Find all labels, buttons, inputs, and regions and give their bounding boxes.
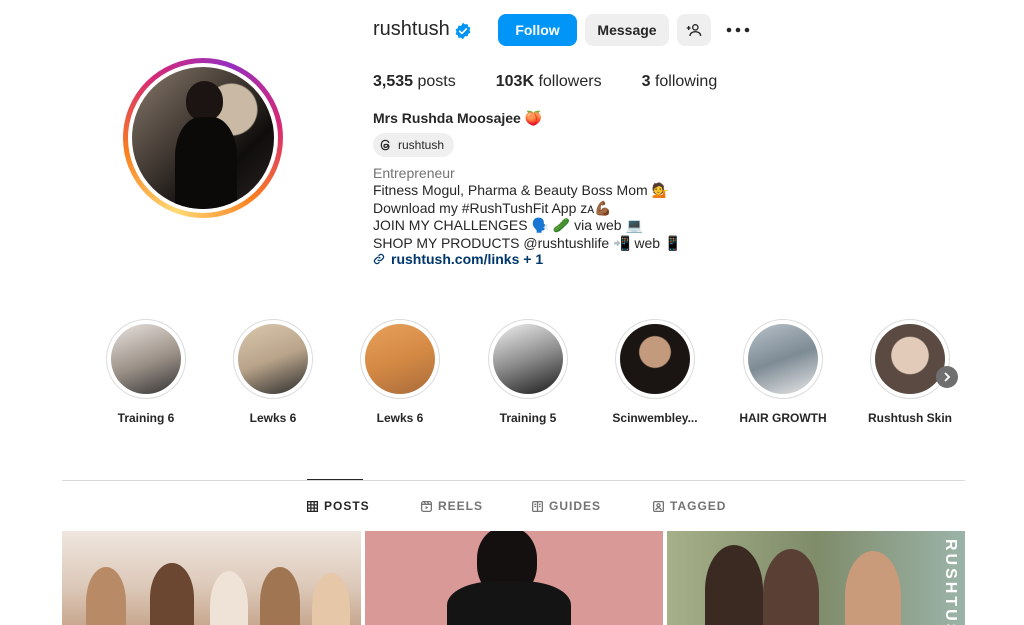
post-thumbnail[interactable] [62,531,361,625]
profile-stats: 3,535 posts 103K followers 3 following [373,73,757,91]
posts-stat: 3,535 posts [373,73,456,91]
link-icon [373,253,385,265]
highlight-item[interactable]: Training 6 [106,319,186,425]
profile-avatar[interactable] [123,58,283,218]
following-count: 3 [641,73,651,90]
highlight-cover [365,324,435,394]
reels-icon [421,500,432,512]
post-figure [86,567,126,625]
bio-line: SHOP MY PRODUCTS @rushtushlife 📲 web 📱 [373,234,682,251]
highlight-label: HAIR GROWTH [739,411,827,425]
highlight-item[interactable]: Lewks 6 [360,319,440,425]
highlight-ring [615,319,695,399]
highlight-item[interactable]: Scinwembley... [612,319,698,425]
highlight-label: Lewks 6 [376,411,424,425]
highlight-ring [106,319,186,399]
highlight-label: Lewks 6 [249,411,297,425]
active-tab-indicator [307,479,363,480]
highlight-ring [870,319,950,399]
tab-tagged-label: TAGGED [670,499,727,513]
more-horizontal-icon [726,27,750,33]
following-label: following [654,73,718,90]
post-figure [447,581,571,625]
followers-count: 103K [495,73,534,90]
highlight-item[interactable]: Lewks 6 [233,319,313,425]
add-person-icon [686,24,702,37]
verified-badge-icon [455,22,471,40]
profile-full-name: Mrs Rushda Moosajee 🍑 [373,110,543,126]
profile-category: Entrepreneur [373,165,455,181]
highlight-ring [360,319,440,399]
grid-icon [307,500,318,512]
followers-stat[interactable]: 103K followers [496,73,602,91]
highlight-cover [620,324,690,394]
profile-bio: Fitness Mogul, Pharma & Beauty Boss Mom … [373,182,681,252]
tabs-divider [62,480,965,481]
follow-button[interactable]: Follow [498,14,577,46]
suggested-users-button[interactable] [677,14,711,46]
threads-badge[interactable]: rushtush [373,133,455,157]
highlight-ring [488,319,568,399]
highlight-item[interactable]: HAIR GROWTH [739,319,827,425]
tab-tagged[interactable]: TAGGED [653,499,726,513]
highlight-ring [743,319,823,399]
tab-posts-label: POSTS [324,499,370,513]
post-figure [312,573,350,625]
highlight-label: Training 6 [117,411,175,425]
tab-reels-label: REELS [438,499,484,513]
highlight-cover [493,324,563,394]
highlight-label: Scinwembley... [612,411,698,425]
profile-link-text: rushtush.com/links + 1 [391,251,544,267]
guides-icon [532,500,543,512]
post-figure [210,571,248,625]
highlight-ring [233,319,313,399]
posts-count: 3,535 [373,73,414,90]
threads-icon [380,139,390,151]
highlights-next-button[interactable] [936,366,958,388]
tab-reels[interactable]: REELS [421,499,483,513]
avatar-inner [128,63,278,213]
chevron-right-icon [944,372,951,382]
tab-guides-label: GUIDES [549,499,602,513]
highlight-label: Training 5 [499,411,557,425]
post-thumbnail[interactable]: RUSHTUS [667,531,965,625]
post-figure [763,549,819,625]
post-figure [150,563,194,625]
tagged-icon [653,500,664,512]
profile-username: rushtush [373,18,450,40]
highlight-label: Rushtush Skin [867,411,952,425]
highlight-item[interactable]: Training 5 [488,319,568,425]
bio-line: Download my #RushTushFit App ᴢᴀ💪🏾 [373,199,612,216]
profile-link[interactable]: rushtush.com/links + 1 [373,251,543,267]
bio-line: JOIN MY CHALLENGES 🗣️ 🥒 via web 💻 [373,217,643,233]
highlight-cover [748,324,818,394]
following-stat[interactable]: 3 following [642,73,718,91]
followers-label: followers [538,73,602,90]
bio-line: Fitness Mogul, Pharma & Beauty Boss Mom … [373,182,669,198]
highlight-cover [111,324,181,394]
post-figure [845,551,901,625]
tab-posts[interactable]: POSTS [307,499,370,513]
post-thumbnail[interactable] [365,531,663,625]
message-button[interactable]: Message [585,14,669,46]
post-figure [705,545,763,625]
post-figure [260,567,300,625]
tab-guides[interactable]: GUIDES [532,499,601,513]
posts-label: posts [417,73,456,90]
more-options-button[interactable] [724,18,752,42]
post-overlay-text: RUSHTUS [942,539,959,625]
threads-handle: rushtush [398,138,445,152]
avatar-image [132,67,274,209]
highlight-cover [875,324,945,394]
highlight-cover [238,324,308,394]
